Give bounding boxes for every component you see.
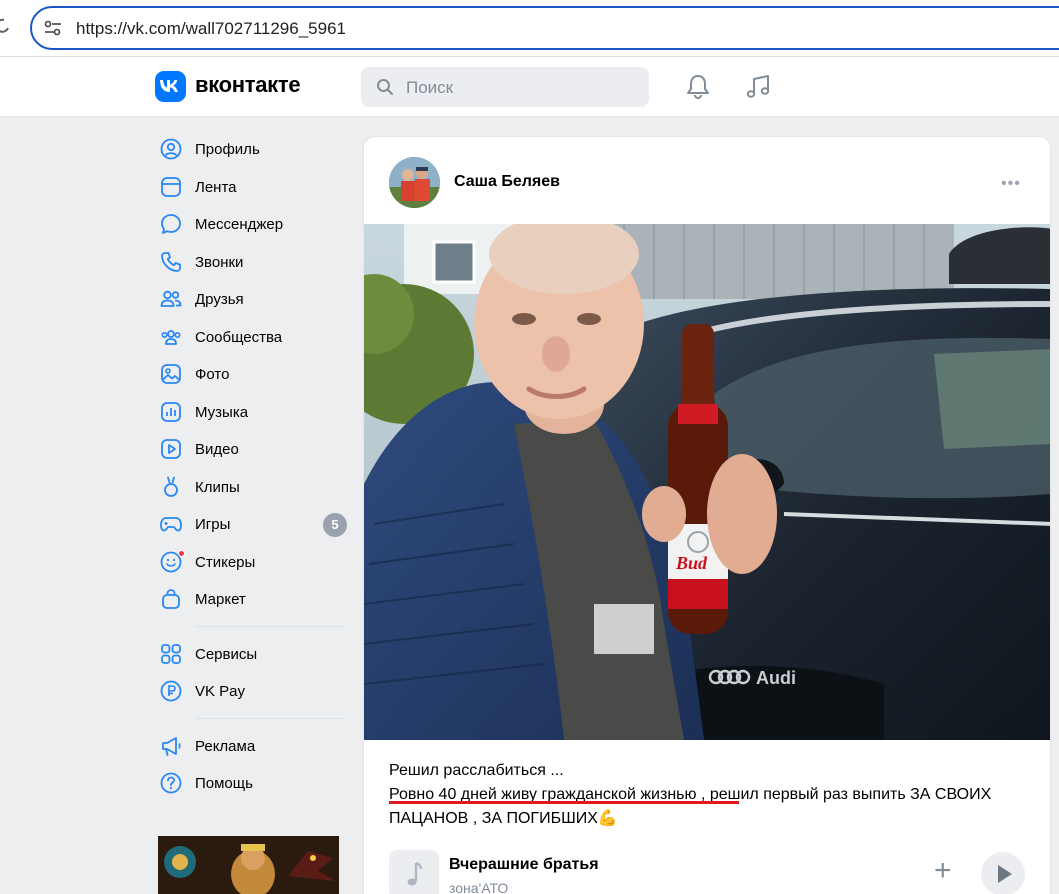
author-avatar[interactable] xyxy=(389,157,440,208)
games-icon xyxy=(160,517,182,532)
sidebar-item-label: Видео xyxy=(195,441,239,458)
sidebar-item-label: Лента xyxy=(195,178,237,196)
sidebar-item-friends[interactable]: Друзья xyxy=(158,280,358,318)
post-more-options-icon[interactable]: ••• xyxy=(1001,175,1021,193)
sidebar-item-help[interactable]: Помощь xyxy=(158,764,358,802)
post-photo[interactable]: Audi Bud xyxy=(364,224,1050,740)
notifications-bell-icon[interactable] xyxy=(684,73,712,101)
sidebar-item-photos[interactable]: Фото xyxy=(158,355,358,393)
sidebar-item-label: Реклама xyxy=(195,737,256,755)
wall-post: Саша Беляев ••• Audi Bud Решил расслабит… xyxy=(363,136,1051,894)
help-icon xyxy=(160,772,182,794)
sidebar-divider xyxy=(195,717,345,719)
left-sidebar: Профиль Лента Мессенджер Звонки Друзья С… xyxy=(158,130,358,802)
sidebar-item-clips[interactable]: Клипы xyxy=(158,468,358,506)
audio-title[interactable]: Вчерашние братья xyxy=(449,856,599,874)
address-bar[interactable]: https://vk.com/wall702711296_5961 xyxy=(30,6,1059,50)
browser-toolbar: https://vk.com/wall702711296_5961 xyxy=(0,0,1059,57)
sidebar-item-label: Друзья xyxy=(195,291,244,308)
sidebar-item-label: Мессенджер xyxy=(195,216,284,233)
new-indicator-dot xyxy=(178,549,185,557)
sidebar-item-label: Игры xyxy=(195,516,231,533)
sidebar-item-label: VK Pay xyxy=(195,683,246,700)
sidebar-item-video[interactable]: Видео xyxy=(158,430,358,468)
photo-icon xyxy=(161,364,181,384)
music-note-icon xyxy=(407,861,423,886)
add-audio-icon[interactable]: + xyxy=(934,854,952,888)
video-icon xyxy=(161,439,181,459)
music-icon xyxy=(161,401,181,422)
reload-icon[interactable] xyxy=(0,16,10,36)
sidebar-item-market[interactable]: Маркет xyxy=(158,580,358,618)
post-text-line: Решил расслабиться ... xyxy=(389,762,564,779)
svg-text:Bud: Bud xyxy=(675,553,708,573)
search-icon xyxy=(377,79,393,95)
brand-wordmark[interactable]: вконтакте xyxy=(195,72,301,98)
sidebar-item-services[interactable]: Сервисы xyxy=(158,635,358,673)
messenger-icon xyxy=(161,214,181,234)
sidebar-item-profile[interactable]: Профиль xyxy=(158,130,358,168)
post-text-paragraph: Ровно 40 дней живу гражданской жизнью , … xyxy=(389,783,1029,831)
communities-icon xyxy=(161,329,181,345)
games-counter-badge: 5 xyxy=(323,513,347,537)
svg-text:Audi: Audi xyxy=(756,668,796,688)
sidebar-item-games[interactable]: Игры 5 xyxy=(158,505,358,543)
vkpay-icon xyxy=(160,680,182,702)
play-icon xyxy=(998,865,1012,883)
search-placeholder: Поиск xyxy=(406,78,454,97)
sidebar-item-messenger[interactable]: Мессенджер xyxy=(158,205,358,243)
sidebar-item-communities[interactable]: Сообщества xyxy=(158,318,358,356)
sidebar-item-music[interactable]: Музыка xyxy=(158,393,358,431)
sidebar-item-vkpay[interactable]: VK Pay xyxy=(158,672,358,710)
vk-logo-icon[interactable] xyxy=(155,71,186,102)
site-header: вконтакте Поиск xyxy=(0,57,1059,117)
post-text: Решил расслабиться ... Ровно 40 дней жив… xyxy=(389,759,1029,831)
sidebar-item-label: Маркет xyxy=(195,591,246,608)
services-icon xyxy=(161,643,181,664)
author-name[interactable]: Саша Беляев xyxy=(454,173,560,191)
sidebar-item-label: Сервисы xyxy=(195,645,258,663)
phone-icon xyxy=(161,251,181,272)
sidebar-item-feed[interactable]: Лента xyxy=(158,168,358,206)
red-underline-annotation xyxy=(389,801,739,804)
sidebar-item-label: Фото xyxy=(195,366,230,383)
url-text[interactable]: https://vk.com/wall702711296_5961 xyxy=(76,19,346,39)
sidebar-item-label: Профиль xyxy=(195,141,260,158)
sidebar-item-label: Музыка xyxy=(195,403,249,421)
audio-cover[interactable] xyxy=(389,850,439,894)
megaphone-icon xyxy=(162,736,181,756)
sidebar-item-label: Клипы xyxy=(195,478,240,496)
music-player-icon[interactable] xyxy=(744,73,772,101)
clips-icon xyxy=(164,476,178,497)
site-settings-icon[interactable] xyxy=(44,20,62,36)
audio-artist[interactable]: зона'АТО xyxy=(449,880,508,894)
sidebar-item-label: Стикеры xyxy=(195,553,256,571)
play-button[interactable] xyxy=(981,852,1025,894)
sidebar-item-label: Звонки xyxy=(195,253,244,271)
search-input[interactable]: Поиск xyxy=(361,67,649,107)
sidebar-item-label: Помощь xyxy=(195,775,253,792)
sidebar-item-ads[interactable]: Реклама xyxy=(158,727,358,765)
sidebar-item-label: Сообщества xyxy=(195,328,283,346)
sidebar-item-stickers[interactable]: Стикеры xyxy=(158,543,358,581)
market-icon xyxy=(162,589,180,609)
sidebar-divider xyxy=(195,625,345,627)
audio-attachment[interactable]: Вчерашние братья зона'АТО + xyxy=(389,850,1029,894)
feed-icon xyxy=(161,176,181,197)
friends-icon xyxy=(160,290,182,307)
sidebar-item-calls[interactable]: Звонки xyxy=(158,243,358,281)
profile-icon xyxy=(160,138,182,160)
games-promo-banner[interactable] xyxy=(158,836,339,894)
